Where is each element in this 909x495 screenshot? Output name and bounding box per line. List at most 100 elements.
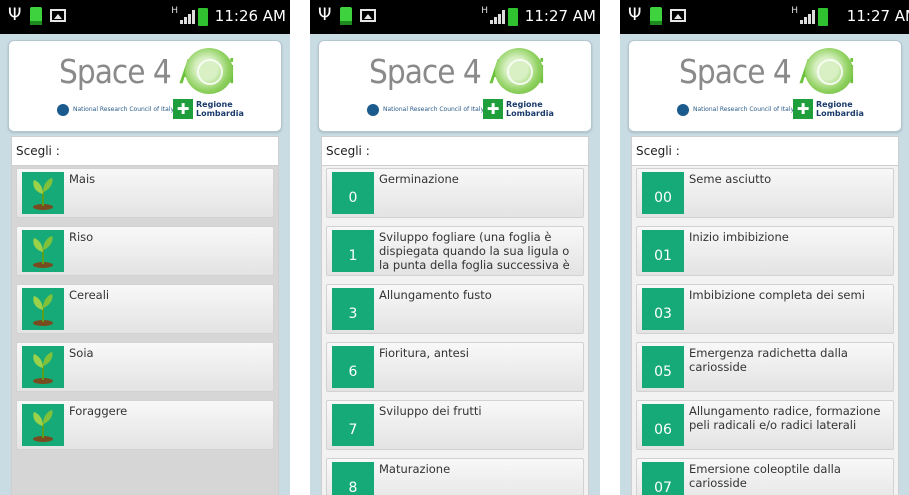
choice-list: Scegli : 00 Seme asciutto 01 Inizio imbi… xyxy=(631,136,899,495)
regione-lombardia-logo-icon: ✚ xyxy=(483,99,503,119)
list-item-cereali[interactable]: Cereali xyxy=(16,284,274,334)
list-item-phase[interactable]: 7 Sviluppo dei frutti xyxy=(326,400,584,450)
list-item-soia[interactable]: Soia xyxy=(16,342,274,392)
list-item-phase[interactable]: 8 Maturazione xyxy=(326,458,584,495)
app-header-logo: Space 4 Agri National Research Council o… xyxy=(8,40,282,132)
battery-icon xyxy=(818,8,828,26)
list-heading: Scegli : xyxy=(632,137,898,166)
gallery-icon xyxy=(360,9,376,22)
list-item-label: Sviluppo fogliare (una foglia è dispiega… xyxy=(379,230,570,272)
list-item-riso[interactable]: Riso xyxy=(16,226,274,276)
plant-icon xyxy=(22,404,64,446)
phase-code-badge: 6 xyxy=(332,346,374,388)
list-item-subphase[interactable]: 05 Emergenza radichetta dalla cariosside xyxy=(636,342,894,392)
network-h-icon: H xyxy=(791,6,798,16)
list-item-subphase[interactable]: 07 Emersione coleoptile dalla cariosside xyxy=(636,458,894,495)
list-heading: Scegli : xyxy=(12,137,278,166)
battery-icon xyxy=(508,8,518,26)
regione-lombardia-label: Regione Lombardia xyxy=(506,100,554,118)
clock: 11:27 AM xyxy=(846,7,909,25)
phase-code-badge: 01 xyxy=(642,230,684,272)
phase-code-badge: 1 xyxy=(332,230,374,272)
cnr-label: National Research Council of Italy xyxy=(383,106,485,113)
list-item-phase[interactable]: 0 Germinazione xyxy=(326,168,584,218)
list-item-label: Emersione coleoptile dalla cariosside xyxy=(689,462,841,490)
usb-icon: Ψ xyxy=(8,5,22,25)
cnr-label: National Research Council of Italy xyxy=(693,106,795,113)
cnr-label: National Research Council of Italy xyxy=(73,106,175,113)
list-item-label: Maturazione xyxy=(379,462,451,476)
phase-code-badge: 7 xyxy=(332,404,374,446)
choice-list: Scegli : 0 Germinazione 1 Sviluppo fogli… xyxy=(321,136,589,495)
status-bar: Ψ H 11:27 AM xyxy=(620,0,909,34)
phase-code-badge: 05 xyxy=(642,346,684,388)
clock: 11:26 AM xyxy=(214,7,286,25)
list-item-subphase[interactable]: 03 Imbibizione completa dei semi xyxy=(636,284,894,334)
network-h-icon: H xyxy=(481,6,488,16)
usb-icon: Ψ xyxy=(318,5,332,25)
app-header-logo: Space 4 Agri National Research Council o… xyxy=(628,40,902,132)
plant-icon xyxy=(22,230,64,272)
phone-screen-phases: Ψ H 11:27 AM Space 4 Agri National Resea… xyxy=(310,0,600,495)
plant-icon xyxy=(22,346,64,388)
signal-icon xyxy=(490,10,505,24)
list-item-phase[interactable]: 3 Allungamento fusto xyxy=(326,284,584,334)
phase-code-badge: 3 xyxy=(332,288,374,330)
battery-full-icon xyxy=(340,7,352,25)
phase-code-badge: 07 xyxy=(642,462,684,495)
list-item-label: Soia xyxy=(69,346,94,360)
phone-screen-subphases: Ψ H 11:27 AM Space 4 Agri National Resea… xyxy=(620,0,909,495)
gallery-icon xyxy=(670,9,686,22)
list-item-label: Foraggere xyxy=(69,404,128,418)
network-h-icon: H xyxy=(171,6,178,16)
battery-full-icon xyxy=(30,7,42,25)
phase-code-badge: 03 xyxy=(642,288,684,330)
regione-lombardia-logo-icon: ✚ xyxy=(173,99,193,119)
list-heading: Scegli : xyxy=(322,137,588,166)
list-item-label: Mais xyxy=(69,172,96,186)
regione-lombardia-label: Regione Lombardia xyxy=(816,100,864,118)
clock: 11:27 AM xyxy=(524,7,596,25)
list-item-subphase[interactable]: 06 Allungamento radice, formazione peli … xyxy=(636,400,894,450)
list-item-phase[interactable]: 1 Sviluppo fogliare (una foglia è dispie… xyxy=(326,226,584,276)
list-item-label: Fioritura, antesi xyxy=(379,346,469,360)
status-bar: Ψ H 11:26 AM xyxy=(0,0,290,34)
cnr-logo-icon xyxy=(677,104,689,116)
regione-lombardia-logo-icon: ✚ xyxy=(793,99,813,119)
list-item-foraggere[interactable]: Foraggere xyxy=(16,400,274,450)
list-item-subphase[interactable]: 01 Inizio imbibizione xyxy=(636,226,894,276)
usb-icon: Ψ xyxy=(628,5,642,25)
signal-icon xyxy=(800,10,815,24)
gallery-icon xyxy=(50,9,66,22)
cnr-logo-icon xyxy=(367,104,379,116)
list-item-label: Sviluppo dei frutti xyxy=(379,404,482,418)
regione-lombardia-label: Regione Lombardia xyxy=(196,100,244,118)
list-item-subphase[interactable]: 00 Seme asciutto xyxy=(636,168,894,218)
list-item-label: Emergenza radichetta dalla cariosside xyxy=(689,346,848,374)
agri-leaf-logo-icon xyxy=(805,48,853,94)
phase-code-badge: 06 xyxy=(642,404,684,446)
choice-list: Scegli : Mais Riso Cereali Soia Foragger… xyxy=(11,136,279,495)
plant-icon xyxy=(22,288,64,330)
status-bar: Ψ H 11:27 AM xyxy=(310,0,600,34)
phase-code-badge: 0 xyxy=(332,172,374,214)
list-item-label: Imbibizione completa dei semi xyxy=(689,288,865,302)
app-header-logo: Space 4 Agri National Research Council o… xyxy=(318,40,592,132)
list-item-label: Riso xyxy=(69,230,94,244)
list-item-label: Cereali xyxy=(69,288,110,302)
list-item-label: Allungamento radice, formazione peli rad… xyxy=(689,404,881,432)
battery-icon xyxy=(198,8,208,26)
cnr-logo-icon xyxy=(57,104,69,116)
list-item-label: Germinazione xyxy=(379,172,459,186)
phone-screen-crops: Ψ H 11:26 AM Space 4 Agri National Resea… xyxy=(0,0,290,495)
list-item-label: Allungamento fusto xyxy=(379,288,492,302)
phase-code-badge: 00 xyxy=(642,172,684,214)
list-item-mais[interactable]: Mais xyxy=(16,168,274,218)
list-item-phase[interactable]: 6 Fioritura, antesi xyxy=(326,342,584,392)
phase-code-badge: 8 xyxy=(332,462,374,495)
list-item-label: Inizio imbibizione xyxy=(689,230,789,244)
agri-leaf-logo-icon xyxy=(495,48,543,94)
plant-icon xyxy=(22,172,64,214)
list-item-label: Seme asciutto xyxy=(689,172,772,186)
battery-full-icon xyxy=(650,7,662,25)
